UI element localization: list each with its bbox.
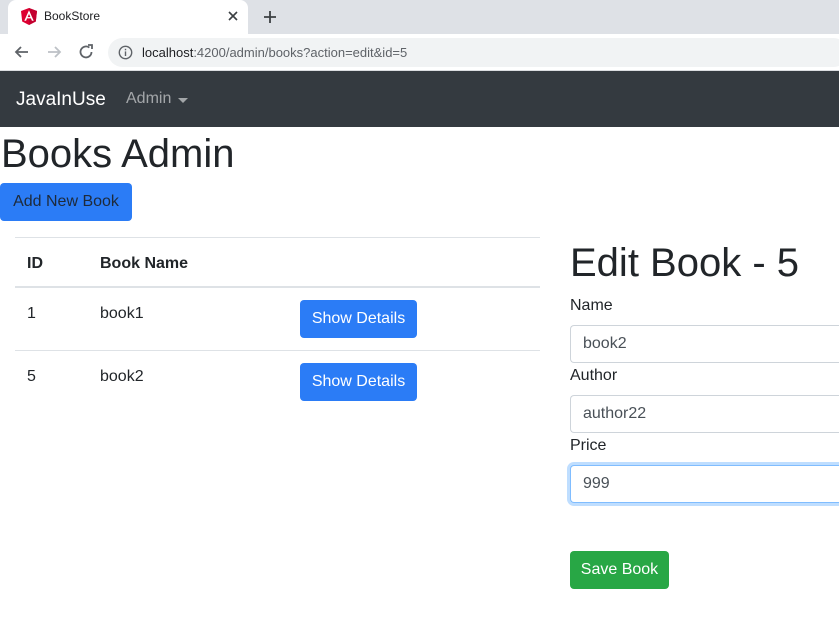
name-label: Name: [570, 297, 613, 314]
table-header-row: ID Book Name: [15, 237, 540, 287]
address-bar[interactable]: localhost:4200/admin/books?action=edit&i…: [108, 38, 839, 67]
navbar-brand[interactable]: JavaInUse: [16, 89, 106, 111]
add-new-book-button[interactable]: Add New Book: [0, 183, 132, 221]
author-label: Author: [570, 367, 618, 384]
caret-down-icon: [178, 97, 189, 103]
price-input[interactable]: [570, 465, 839, 503]
browser-toolbar: localhost:4200/admin/books?action=edit&i…: [0, 34, 839, 71]
book-name-cell: book2: [100, 368, 144, 385]
admin-dropdown-label: Admin: [126, 90, 172, 107]
close-icon[interactable]: [224, 7, 242, 25]
edit-book-title: Edit Book - 5: [570, 241, 800, 285]
book-id-cell: 1: [27, 305, 36, 322]
plus-icon[interactable]: [261, 8, 279, 26]
app-navbar: JavaInUse Admin: [0, 71, 839, 127]
page-title: Books Admin: [1, 132, 235, 176]
tab-title: BookStore: [44, 9, 101, 23]
browser-tabstrip: BookStore: [0, 0, 839, 34]
show-details-button[interactable]: Show Details: [300, 363, 417, 401]
table-row: 5 book2 Show Details: [15, 350, 540, 413]
name-input[interactable]: [570, 325, 839, 363]
author-input[interactable]: [570, 395, 839, 433]
info-icon[interactable]: [118, 45, 133, 60]
browser-tab[interactable]: BookStore: [8, 0, 248, 34]
url-host: localhost: [142, 45, 194, 60]
table-row: 1 book1 Show Details: [15, 287, 540, 350]
price-label: Price: [570, 437, 607, 454]
forward-arrow-icon[interactable]: [44, 42, 64, 62]
url-text: localhost:4200/admin/books?action=edit&i…: [142, 45, 407, 60]
show-details-button[interactable]: Show Details: [300, 300, 417, 338]
admin-dropdown[interactable]: Admin: [126, 90, 189, 108]
column-header-book-name: Book Name: [100, 255, 189, 272]
books-table: ID Book Name 1 book1 Show Details 5 book…: [15, 237, 540, 413]
angular-icon: [21, 8, 37, 25]
back-arrow-icon[interactable]: [12, 42, 32, 62]
save-book-button[interactable]: Save Book: [570, 551, 669, 589]
book-name-cell: book1: [100, 305, 144, 322]
url-path: :4200/admin/books?action=edit&id=5: [193, 45, 408, 60]
column-header-id: ID: [27, 255, 43, 272]
reload-icon[interactable]: [76, 42, 96, 62]
book-id-cell: 5: [27, 368, 36, 385]
